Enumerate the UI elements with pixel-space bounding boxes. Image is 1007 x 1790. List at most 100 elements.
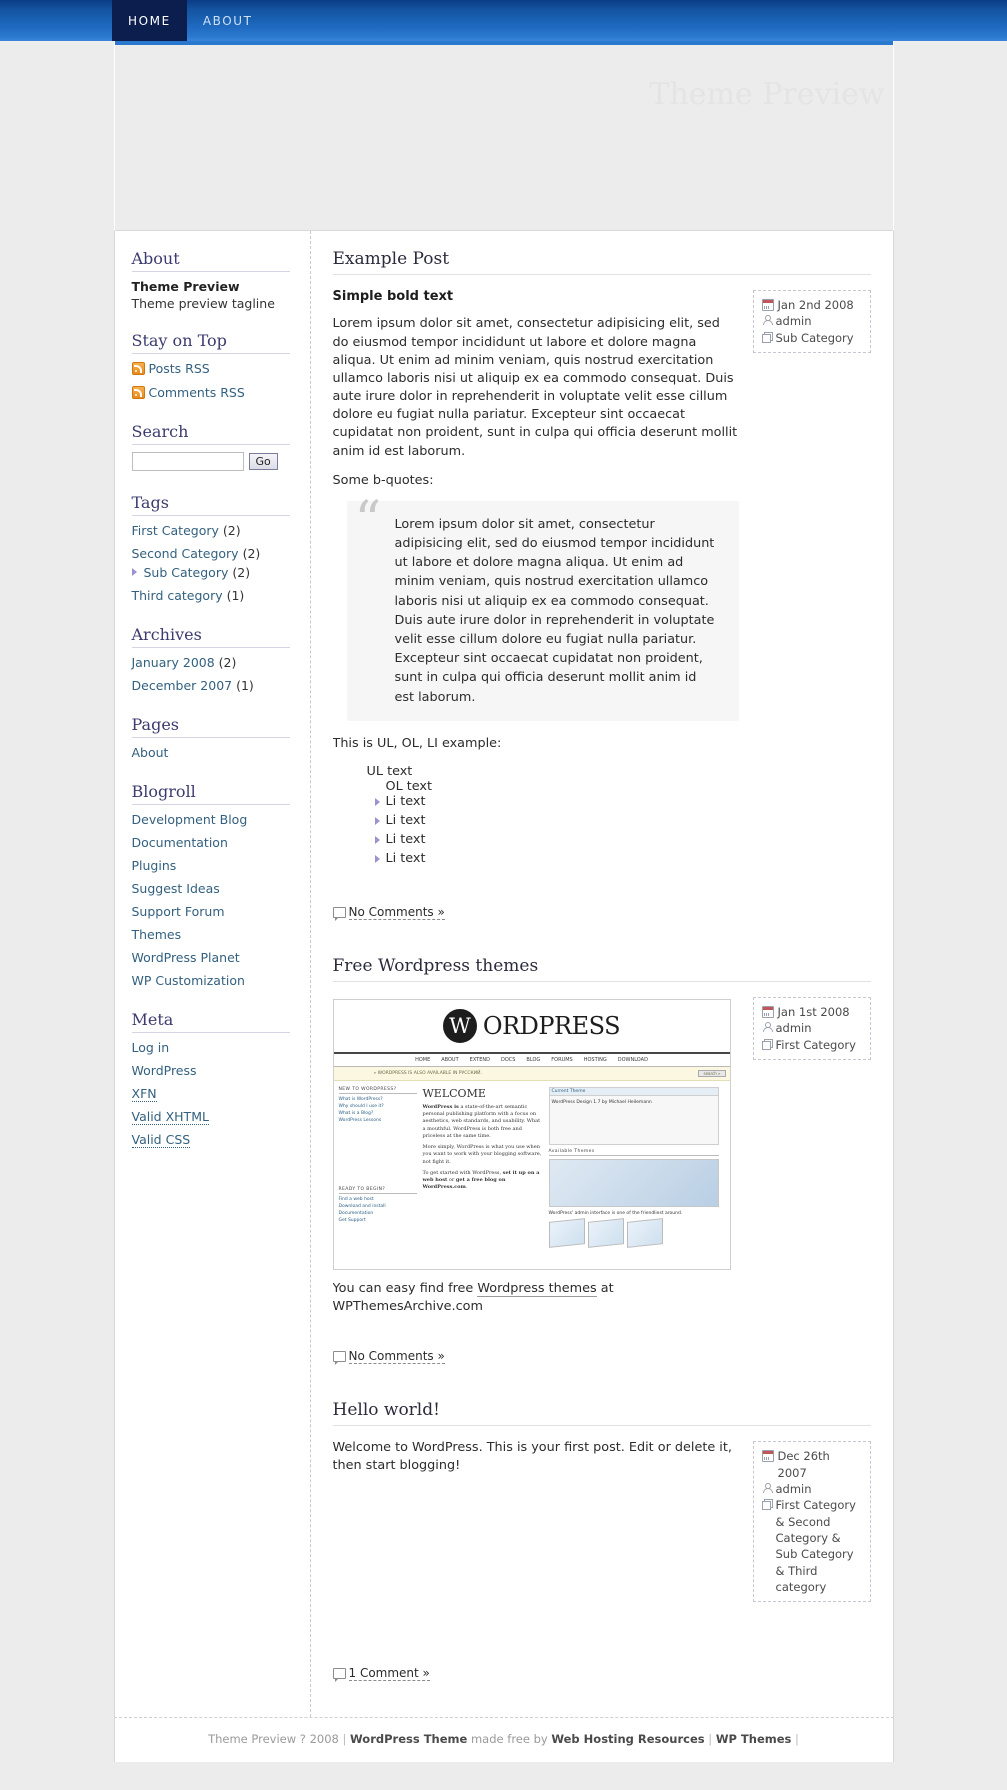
list-item[interactable]: About — [132, 745, 310, 760]
meta-date-row: Jan 1st 2008 — [761, 1004, 862, 1020]
screenshot-nav-item: HOSTING — [583, 1056, 607, 1063]
wordpress-wordmark: ORDPRESS — [482, 1011, 621, 1040]
tag-link[interactable]: Sub Category — [144, 565, 229, 580]
bottom-strip — [0, 1762, 1007, 1785]
list-item[interactable]: Plugins — [132, 858, 310, 873]
blogroll-link[interactable]: Development Blog — [132, 812, 248, 827]
list-item[interactable]: Log in — [132, 1040, 310, 1055]
post-title[interactable]: Example Post — [332, 249, 871, 275]
screenshot-body3-end: . — [465, 1184, 468, 1191]
screenshot-mid-column: WELCOME WordPress is a state-of-the-art … — [423, 1087, 543, 1246]
list-item-sub[interactable]: Sub Category (2) — [131, 565, 310, 580]
comments-rss-row[interactable]: Comments RSS — [131, 385, 310, 400]
blogroll-link[interactable]: WordPress Planet — [132, 950, 240, 965]
list-item[interactable]: December 2007 (1) — [132, 678, 310, 693]
blogroll-link[interactable]: Support Forum — [132, 904, 225, 919]
screenshot-panel-heading: Current Theme — [549, 1087, 718, 1096]
meta-link-wordpress[interactable]: WordPress — [132, 1063, 197, 1078]
meta-category-row: First Category — [761, 1037, 862, 1053]
post-title[interactable]: Hello world! — [332, 1400, 871, 1427]
list-item[interactable]: Third category (1) — [132, 588, 310, 603]
search-go-button[interactable]: Go — [248, 453, 278, 470]
list-item[interactable]: Support Forum — [132, 904, 310, 919]
screenshot-card — [587, 1218, 624, 1249]
comments-link-wrap[interactable]: No Comments » — [332, 1349, 445, 1366]
meta-date: Jan 2nd 2008 — [777, 298, 854, 312]
blog-title-link[interactable]: Theme Preview — [649, 77, 884, 112]
wordpress-screenshot-image[interactable]: W ORDPRESS HOME ABOUT EXTEND DOCS BLOG F… — [332, 998, 731, 1270]
footer-theme-label[interactable]: WordPress Theme — [350, 1732, 467, 1746]
list-item[interactable]: First Category (2) — [132, 523, 310, 538]
list-item[interactable]: Suggest Ideas — [132, 881, 310, 896]
sidebar-section-search: Search Go — [131, 422, 310, 471]
comments-link[interactable]: 1 Comment » — [348, 1666, 430, 1682]
screenshot-left-item: Get Support — [338, 1217, 366, 1223]
posts-rss-row[interactable]: Posts RSS — [131, 361, 310, 376]
screenshot-theme-thumb — [548, 1158, 719, 1207]
tag-link[interactable]: Third category — [132, 588, 223, 603]
meta-author[interactable]: admin — [776, 313, 862, 329]
post-free-wordpress-themes: Free Wordpress themes Jan 1st 2008 admin… — [332, 956, 871, 1366]
category-icon — [761, 1499, 773, 1511]
blogroll-link[interactable]: WP Customization — [132, 973, 245, 988]
post-paragraph: Some b-quotes: — [332, 472, 434, 488]
meta-category[interactable]: First Category & Second Category & Sub C… — [776, 1497, 862, 1595]
list-item[interactable]: Valid XHTML — [131, 1109, 310, 1125]
list-item[interactable]: Valid CSS — [131, 1132, 310, 1148]
footer-sponsor-link[interactable]: Web Hosting Resources — [551, 1732, 704, 1746]
nav-item-about[interactable]: About — [187, 0, 269, 41]
category-icon — [761, 1038, 773, 1050]
sidebar-section-tags: Tags First Category (2) Second Category … — [131, 493, 310, 603]
archive-link[interactable]: January 2008 — [132, 655, 215, 670]
archive-count: (1) — [236, 678, 254, 693]
tag-link[interactable]: Second Category — [132, 546, 239, 561]
nav-item-home[interactable]: Home — [112, 0, 187, 41]
list-item[interactable]: WordPress Planet — [132, 950, 310, 965]
comments-link[interactable]: No Comments » — [348, 905, 445, 920]
tag-link[interactable]: First Category — [132, 523, 219, 538]
site-masthead: Theme Preview — [113, 41, 894, 231]
meta-link-valid-xhtml[interactable]: Valid XHTML — [131, 1109, 209, 1125]
sidebar-heading-archives: Archives — [131, 625, 290, 648]
blogroll-link[interactable]: Plugins — [132, 858, 177, 873]
comments-rss-link[interactable]: Comments RSS — [149, 385, 245, 400]
page-link-about[interactable]: About — [132, 745, 169, 760]
list-item[interactable]: Second Category (2) — [132, 546, 310, 561]
footer-wp-themes-link[interactable]: WP Themes — [716, 1732, 792, 1746]
meta-date-row: Dec 26th 2007 — [761, 1448, 862, 1481]
screenshot-body3-pre: To get started with WordPress, — [422, 1169, 503, 1176]
screenshot-left-item: Find a web host — [338, 1196, 374, 1202]
sidebar-section-blogroll: Blogroll Development Blog Documentation … — [131, 782, 310, 988]
blogroll-link[interactable]: Suggest Ideas — [132, 881, 220, 896]
search-input[interactable] — [131, 452, 244, 471]
meta-link-login[interactable]: Log in — [132, 1040, 170, 1055]
list-item[interactable]: January 2008 (2) — [132, 655, 310, 670]
posts-rss-link[interactable]: Posts RSS — [149, 361, 210, 376]
meta-author[interactable]: admin — [776, 1020, 862, 1036]
blogroll-link[interactable]: Documentation — [132, 835, 228, 850]
list-item[interactable]: Themes — [132, 927, 310, 942]
list-item[interactable]: Documentation — [132, 835, 310, 850]
comments-link-wrap[interactable]: 1 Comment » — [332, 1666, 430, 1683]
meta-link-xfn[interactable]: XFN — [131, 1086, 157, 1102]
blogroll-link[interactable]: Themes — [132, 927, 182, 942]
list-item[interactable]: XFN — [131, 1086, 310, 1102]
meta-category[interactable]: Sub Category — [776, 330, 862, 346]
post-title[interactable]: Free Wordpress themes — [332, 956, 871, 982]
screenshot-masthead: W ORDPRESS — [333, 1000, 730, 1054]
comments-link-wrap[interactable]: No Comments » — [332, 905, 445, 921]
list-item[interactable]: Development Blog — [132, 812, 310, 827]
meta-author[interactable]: admin — [776, 1481, 862, 1497]
screenshot-left-item: What is a Blog? — [338, 1110, 374, 1116]
screenshot-left-item: Download and install — [338, 1203, 386, 1209]
archive-link[interactable]: December 2007 — [132, 678, 233, 693]
meta-category[interactable]: First Category — [776, 1037, 862, 1053]
caption-link[interactable]: Wordpress themes — [477, 1280, 597, 1297]
screenshot-paragraph-3: To get started with WordPress, set it up… — [423, 1170, 543, 1192]
list-item[interactable]: WP Customization — [132, 973, 310, 988]
user-icon — [762, 315, 773, 326]
archives-list: January 2008 (2) December 2007 (1) — [132, 655, 310, 693]
list-item[interactable]: WordPress — [132, 1063, 310, 1078]
meta-link-valid-css[interactable]: Valid CSS — [131, 1132, 191, 1148]
comments-link[interactable]: No Comments » — [348, 1349, 445, 1365]
